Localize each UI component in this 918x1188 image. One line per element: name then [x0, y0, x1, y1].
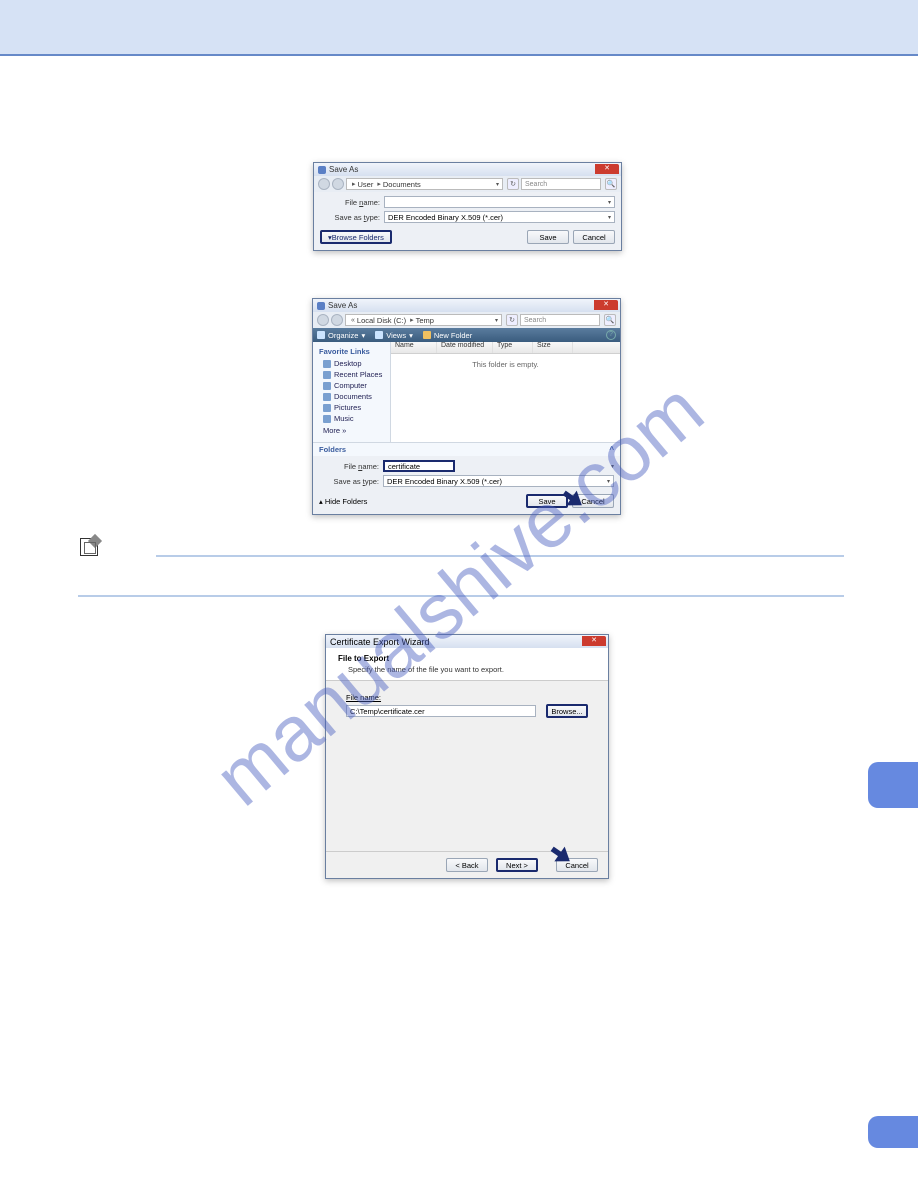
certificate-export-wizard: Certificate Export Wizard ✕ File to Expo…: [325, 634, 609, 879]
refresh-icon[interactable]: ↻: [507, 178, 519, 190]
side-tab-lower[interactable]: [868, 1116, 918, 1148]
save-button[interactable]: Save: [527, 230, 569, 244]
organize-menu[interactable]: Organize ▾: [317, 331, 365, 340]
window-title: Save As: [328, 301, 357, 310]
file-name-input[interactable]: ▾: [384, 196, 615, 208]
close-button[interactable]: ✕: [594, 300, 618, 310]
window-title: Certificate Export Wizard: [330, 637, 430, 647]
save-type-label: Save as type:: [319, 477, 379, 486]
sidebar-item-documents[interactable]: Documents: [313, 391, 390, 402]
browse-button[interactable]: Browse...: [546, 704, 588, 718]
callout-arrow-icon: [550, 846, 572, 864]
close-button[interactable]: ✕: [582, 636, 606, 646]
breadcrumb[interactable]: « Local Disk (C:) ▸ Temp ▾: [345, 314, 502, 326]
sidebar-item-music[interactable]: Music: [313, 413, 390, 424]
title-bar: Save As ✕: [314, 163, 621, 176]
sidebar-item-computer[interactable]: Computer: [313, 380, 390, 391]
file-name-label: File name:: [319, 462, 379, 471]
browse-folders-button[interactable]: ▾ Browse Folders: [320, 230, 392, 244]
wizard-heading: File to Export: [338, 654, 596, 663]
sidebar-more[interactable]: More »: [313, 424, 390, 437]
sidebar-item-pictures[interactable]: Pictures: [313, 402, 390, 413]
nav-back-button[interactable]: [317, 314, 329, 326]
sidebar-header: Favorite Links: [313, 345, 390, 358]
title-bar: Save As ✕: [313, 299, 620, 312]
sidebar-item-recent[interactable]: Recent Places: [313, 369, 390, 380]
toolbar: Organize ▾ Views ▾ New Folder ?: [313, 328, 620, 342]
wizard-heading-section: File to Export Specify the name of the f…: [326, 648, 608, 681]
note-divider-bottom: [78, 595, 844, 597]
breadcrumb-segment: Local Disk (C:): [357, 316, 406, 325]
nav-back-button[interactable]: [318, 178, 330, 190]
ie-icon: [317, 302, 325, 310]
help-icon[interactable]: ?: [606, 330, 616, 340]
side-tab-upper[interactable]: [868, 762, 918, 808]
cancel-button[interactable]: Cancel: [573, 230, 615, 244]
save-as-dialog-expanded: Save As ✕ « Local Disk (C:) ▸ Temp ▾ ↻ S…: [312, 298, 621, 515]
new-folder-button[interactable]: New Folder: [423, 331, 472, 340]
title-bar: Certificate Export Wizard ✕: [326, 635, 608, 648]
breadcrumb-segment: User: [358, 180, 374, 189]
ie-icon: [318, 166, 326, 174]
next-button[interactable]: Next >: [496, 858, 538, 872]
window-title: Save As: [329, 165, 358, 174]
file-list-pane: Name Date modified Type Size This folder…: [391, 342, 620, 442]
nav-forward-button[interactable]: [332, 178, 344, 190]
save-type-dropdown[interactable]: DER Encoded Binary X.509 (*.cer)▾: [383, 475, 614, 487]
save-as-dialog-collapsed: Save As ✕ ▸ User ▸ Documents ▾ ↻ Search …: [313, 162, 622, 251]
address-bar-row: « Local Disk (C:) ▸ Temp ▾ ↻ Search 🔍: [313, 312, 620, 328]
search-icon[interactable]: 🔍: [604, 314, 616, 326]
breadcrumb[interactable]: ▸ User ▸ Documents ▾: [346, 178, 503, 190]
views-menu[interactable]: Views ▾: [375, 331, 413, 340]
back-button[interactable]: < Back: [446, 858, 488, 872]
file-path-input[interactable]: C:\Temp\certificate.cer: [346, 705, 536, 717]
search-input[interactable]: Search: [521, 178, 601, 190]
file-name-label: File name:: [346, 693, 588, 702]
favorites-sidebar: Favorite Links Desktop Recent Places Com…: [313, 342, 391, 442]
note-icon: [80, 538, 98, 556]
folders-toggle[interactable]: Folders^: [313, 442, 620, 456]
breadcrumb-segment: Temp: [416, 316, 434, 325]
file-name-label: File name:: [320, 198, 380, 207]
search-icon[interactable]: 🔍: [605, 178, 617, 190]
close-button[interactable]: ✕: [595, 164, 619, 174]
column-headers[interactable]: Name Date modified Type Size: [391, 342, 620, 354]
callout-arrow-icon: [562, 490, 584, 508]
note-divider-top: [156, 555, 844, 557]
refresh-icon[interactable]: ↻: [506, 314, 518, 326]
search-input[interactable]: Search: [520, 314, 600, 326]
file-name-input[interactable]: certificate: [383, 460, 455, 472]
empty-folder-text: This folder is empty.: [391, 354, 620, 442]
save-type-dropdown[interactable]: DER Encoded Binary X.509 (*.cer)▾: [384, 211, 615, 223]
wizard-subheading: Specify the name of the file you want to…: [338, 665, 596, 674]
save-type-label: Save as type:: [320, 213, 380, 222]
page-header-banner: [0, 0, 918, 56]
sidebar-item-desktop[interactable]: Desktop: [313, 358, 390, 369]
breadcrumb-segment: Documents: [383, 180, 421, 189]
nav-forward-button[interactable]: [331, 314, 343, 326]
hide-folders-button[interactable]: ▴ Hide Folders: [319, 497, 367, 506]
address-bar-row: ▸ User ▸ Documents ▾ ↻ Search 🔍: [314, 176, 621, 192]
